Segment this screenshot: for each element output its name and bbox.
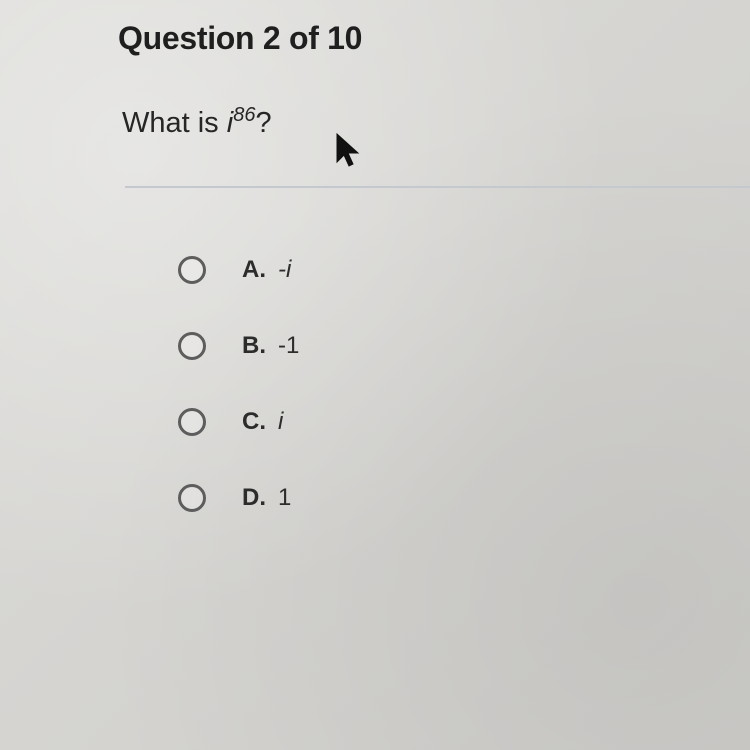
option-letter: C. xyxy=(242,408,266,435)
question-prompt: What is i86? xyxy=(122,104,272,140)
question-suffix: ? xyxy=(255,107,272,139)
radio-button-icon[interactable] xyxy=(178,256,206,284)
mouse-pointer-icon xyxy=(336,132,360,167)
quiz-screen: Question 2 of 10 What is i86? A. -i B. -… xyxy=(0,0,750,750)
option-value: i xyxy=(278,408,284,435)
question-prefix: What is xyxy=(122,107,227,139)
radio-button-icon[interactable] xyxy=(178,408,206,436)
option-value: -i xyxy=(278,256,292,283)
question-exponent: 86 xyxy=(233,104,256,126)
radio-button-icon[interactable] xyxy=(178,484,206,512)
answer-options: A. -i B. -1 C. i D. 1 xyxy=(178,252,578,556)
question-counter: Question 2 of 10 xyxy=(118,20,363,56)
option-b[interactable]: B. -1 xyxy=(178,328,578,364)
option-value: -1 xyxy=(278,332,300,359)
option-letter: B. xyxy=(242,332,266,359)
option-a[interactable]: A. -i xyxy=(178,252,578,288)
option-letter: A. xyxy=(242,256,266,283)
option-d[interactable]: D. 1 xyxy=(178,480,578,516)
radio-button-icon[interactable] xyxy=(178,332,206,360)
option-c[interactable]: C. i xyxy=(178,404,578,440)
divider xyxy=(125,186,750,188)
option-letter: D. xyxy=(242,484,266,511)
option-value: 1 xyxy=(278,484,292,511)
